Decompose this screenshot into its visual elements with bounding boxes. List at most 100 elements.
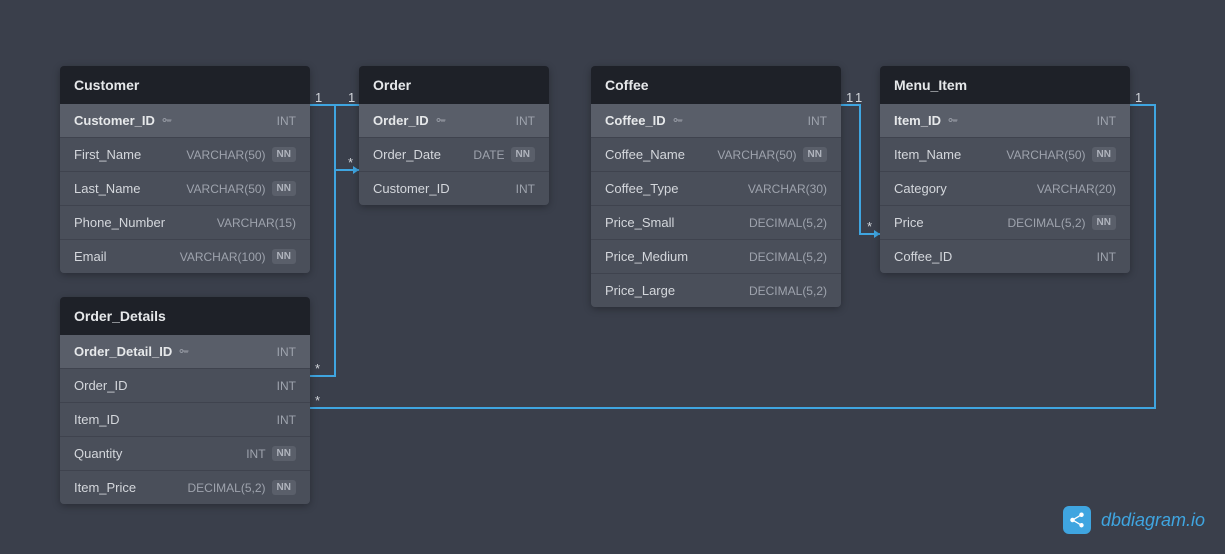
table-row[interactable]: Email VARCHAR(100)NN <box>60 240 310 273</box>
table-row[interactable]: Price_Large DECIMAL(5,2) <box>591 274 841 307</box>
cardinality-label: * <box>315 361 320 376</box>
not-null-badge: NN <box>272 249 296 264</box>
cardinality-label: * <box>867 219 872 234</box>
table-row[interactable]: Quantity INTNN <box>60 437 310 471</box>
column-name: Coffee_ID <box>894 249 952 264</box>
table-row[interactable]: Item_Price DECIMAL(5,2)NN <box>60 471 310 504</box>
table-row[interactable]: Coffee_ID INT <box>880 240 1130 273</box>
table-customer[interactable]: Customer Customer_ID INT First_Name VARC… <box>60 66 310 273</box>
not-null-badge: NN <box>272 181 296 196</box>
column-type: DECIMAL(5,2) <box>749 284 827 298</box>
not-null-badge: NN <box>272 480 296 495</box>
key-icon <box>947 115 959 127</box>
table-row[interactable]: Customer_ID INT <box>359 172 549 205</box>
column-type: VARCHAR(30) <box>748 182 827 196</box>
key-icon <box>435 115 447 127</box>
cardinality-label: 1 <box>348 90 355 105</box>
table-order-details[interactable]: Order_Details Order_Detail_ID INT Order_… <box>60 297 310 504</box>
column-type: VARCHAR(50)NN <box>717 147 827 162</box>
column-type: VARCHAR(50)NN <box>186 147 296 162</box>
table-row[interactable]: Item_ID INT <box>880 104 1130 138</box>
column-name: Price_Small <box>605 215 674 230</box>
table-row[interactable]: Price_Small DECIMAL(5,2) <box>591 206 841 240</box>
key-icon <box>161 115 173 127</box>
column-type: INT <box>1097 114 1116 128</box>
column-type: VARCHAR(50)NN <box>186 181 296 196</box>
table-coffee[interactable]: Coffee Coffee_ID INT Coffee_Name VARCHAR… <box>591 66 841 307</box>
column-type: INT <box>516 114 535 128</box>
cardinality-label: 1 <box>1135 90 1142 105</box>
watermark: dbdiagram.io <box>1063 506 1205 534</box>
table-row[interactable]: Category VARCHAR(20) <box>880 172 1130 206</box>
table-menu-item[interactable]: Menu_Item Item_ID INT Item_Name VARCHAR(… <box>880 66 1130 273</box>
table-row[interactable]: Customer_ID INT <box>60 104 310 138</box>
column-name: Price_Medium <box>605 249 688 264</box>
column-type: INT <box>808 114 827 128</box>
table-row[interactable]: Order_Detail_ID INT <box>60 335 310 369</box>
table-header[interactable]: Coffee <box>591 66 841 104</box>
column-type: INT <box>516 182 535 196</box>
column-name: Price <box>894 215 924 230</box>
not-null-badge: NN <box>803 147 827 162</box>
table-row[interactable]: Order_ID INT <box>60 369 310 403</box>
column-name: Item_ID <box>74 412 120 427</box>
column-name: Item_Name <box>894 147 961 162</box>
table-row[interactable]: Coffee_ID INT <box>591 104 841 138</box>
key-icon <box>178 346 190 358</box>
column-name: Quantity <box>74 446 122 461</box>
column-type: INT <box>1097 250 1116 264</box>
column-name: Customer_ID <box>74 113 173 128</box>
column-type: INT <box>277 379 296 393</box>
column-type: DATENN <box>473 147 535 162</box>
column-name: Email <box>74 249 107 264</box>
column-name: Item_Price <box>74 480 136 495</box>
column-name: Customer_ID <box>373 181 450 196</box>
watermark-text: dbdiagram.io <box>1101 510 1205 531</box>
column-name: First_Name <box>74 147 141 162</box>
column-type: DECIMAL(5,2) <box>749 250 827 264</box>
column-type: VARCHAR(15) <box>217 216 296 230</box>
column-name: Last_Name <box>74 181 140 196</box>
table-row[interactable]: Item_ID INT <box>60 403 310 437</box>
column-name: Price_Large <box>605 283 675 298</box>
table-header[interactable]: Customer <box>60 66 310 104</box>
not-null-badge: NN <box>1092 147 1116 162</box>
table-row[interactable]: Order_Date DATENN <box>359 138 549 172</box>
column-type: VARCHAR(100)NN <box>180 249 296 264</box>
table-row[interactable]: First_Name VARCHAR(50)NN <box>60 138 310 172</box>
not-null-badge: NN <box>272 147 296 162</box>
column-type: DECIMAL(5,2)NN <box>188 480 296 495</box>
column-name: Phone_Number <box>74 215 165 230</box>
table-header[interactable]: Order_Details <box>60 297 310 335</box>
table-row[interactable]: Price_Medium DECIMAL(5,2) <box>591 240 841 274</box>
column-type: DECIMAL(5,2) <box>749 216 827 230</box>
column-type: DECIMAL(5,2)NN <box>1008 215 1116 230</box>
column-name: Item_ID <box>894 113 959 128</box>
table-row[interactable]: Price DECIMAL(5,2)NN <box>880 206 1130 240</box>
column-name: Order_ID <box>373 113 447 128</box>
column-type: VARCHAR(20) <box>1037 182 1116 196</box>
column-name: Order_Date <box>373 147 441 162</box>
cardinality-label: * <box>315 393 320 408</box>
table-row[interactable]: Coffee_Type VARCHAR(30) <box>591 172 841 206</box>
table-header[interactable]: Order <box>359 66 549 104</box>
table-row[interactable]: Order_ID INT <box>359 104 549 138</box>
not-null-badge: NN <box>511 147 535 162</box>
cardinality-label: 1 <box>855 90 862 105</box>
table-order[interactable]: Order Order_ID INT Order_Date DATENN Cus… <box>359 66 549 205</box>
table-row[interactable]: Phone_Number VARCHAR(15) <box>60 206 310 240</box>
table-row[interactable]: Item_Name VARCHAR(50)NN <box>880 138 1130 172</box>
cardinality-label: 1 <box>846 90 853 105</box>
key-icon <box>672 115 684 127</box>
diagram-canvas[interactable]: 1 * 1 * 1 * 1 1 * Customer Customer_ID I… <box>0 0 1225 554</box>
table-row[interactable]: Coffee_Name VARCHAR(50)NN <box>591 138 841 172</box>
column-name: Coffee_Name <box>605 147 685 162</box>
column-name: Coffee_Type <box>605 181 678 196</box>
column-type: INT <box>277 413 296 427</box>
table-row[interactable]: Last_Name VARCHAR(50)NN <box>60 172 310 206</box>
column-type: INTNN <box>246 446 296 461</box>
column-type: INT <box>277 114 296 128</box>
table-header[interactable]: Menu_Item <box>880 66 1130 104</box>
column-name: Coffee_ID <box>605 113 684 128</box>
column-type: VARCHAR(50)NN <box>1006 147 1116 162</box>
